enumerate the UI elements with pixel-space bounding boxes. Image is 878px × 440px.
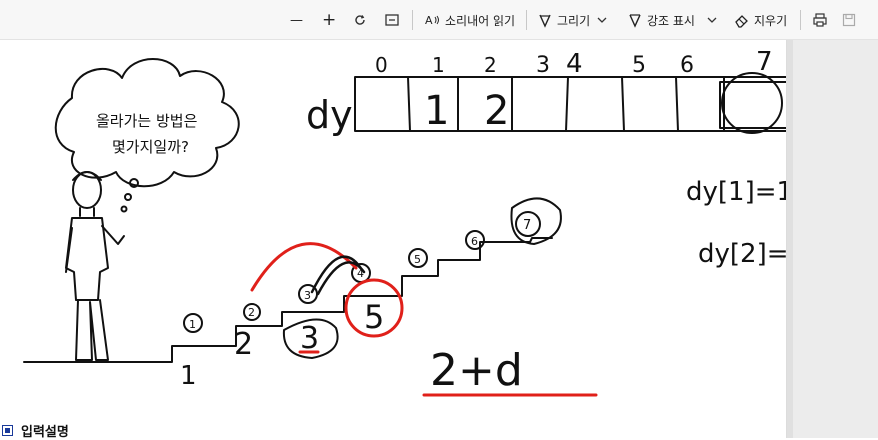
read-aloud-label: 소리내어 읽기	[445, 13, 516, 28]
chevron-down-icon	[707, 17, 717, 23]
dy-cell-1-value: 1	[424, 88, 449, 134]
sum-expression: 2+d	[430, 345, 523, 396]
step-label-3: 3	[304, 289, 311, 302]
index-4: 4	[566, 49, 583, 79]
eraser-icon	[735, 14, 748, 28]
staircase	[23, 237, 553, 363]
draw-button[interactable]: 그리기	[538, 8, 590, 32]
whiteboard-drawing: 올라가는 방법은 몇가지일까? dy 0 1 2 3 4 5 6 7 1 2 d…	[23, 47, 786, 397]
highlight-label: 강조 표시	[647, 13, 695, 28]
fit-page-button[interactable]	[384, 8, 400, 32]
step-value-1: 1	[180, 361, 197, 391]
square-bullet-icon	[2, 425, 13, 436]
step-value-5: 5	[364, 298, 384, 336]
section-heading: 입력설명	[0, 423, 69, 440]
draw-icon	[539, 14, 551, 28]
rotate-icon	[355, 15, 365, 25]
step-label-1: 1	[189, 318, 196, 331]
chevron-down-icon	[597, 17, 607, 23]
svg-text:A: A	[425, 14, 433, 27]
draw-label: 그리기	[557, 13, 591, 28]
index-7: 7	[756, 47, 773, 77]
dy-label: dy	[306, 93, 353, 137]
zoom-out-button[interactable]: —	[290, 8, 303, 32]
zoom-in-icon: +	[322, 10, 337, 30]
step-value-3: 3	[300, 321, 319, 356]
read-aloud-button[interactable]: A 소리내어 읽기	[424, 8, 515, 32]
document-page: 올라가는 방법은 몇가지일까? dy 0 1 2 3 4 5 6 7 1 2 d…	[0, 40, 786, 438]
highlight-button[interactable]: 강조 표시	[628, 8, 695, 32]
step-label-4: 4	[357, 267, 364, 280]
print-button[interactable]	[812, 8, 828, 32]
formula-dy1: dy[1]=1	[686, 177, 786, 207]
erase-button[interactable]: 지우기	[734, 8, 787, 32]
index-3: 3	[536, 53, 550, 78]
dy-array-cells	[407, 76, 725, 132]
thought-dot	[124, 193, 132, 201]
dy-cell-2-value: 2	[484, 88, 509, 134]
bubble-line-2: 몇가지일까?	[112, 138, 189, 156]
step-value-2: 2	[234, 327, 253, 362]
toolbar-divider	[800, 10, 801, 30]
highlight-icon	[629, 14, 641, 28]
index-2: 2	[484, 53, 497, 77]
step-label-6: 6	[471, 235, 478, 248]
save-button[interactable]	[842, 8, 856, 32]
fit-page-icon	[385, 14, 399, 26]
thought-dot	[120, 205, 128, 213]
vertical-scrollbar[interactable]	[787, 40, 793, 438]
read-aloud-icon: A	[425, 14, 439, 27]
highlight-options-dropdown[interactable]	[706, 8, 718, 32]
zoom-in-button[interactable]: +	[322, 8, 336, 32]
save-icon	[842, 13, 856, 27]
step-label-5: 5	[414, 253, 421, 266]
rotate-button[interactable]	[352, 8, 368, 32]
index-0: 0	[375, 53, 388, 77]
index-6: 6	[680, 53, 694, 78]
step-label-2: 2	[248, 306, 255, 319]
toolbar-divider	[412, 10, 413, 30]
zoom-out-icon: —	[290, 12, 303, 28]
red-jump-arc	[250, 242, 358, 292]
erase-label: 지우기	[754, 13, 788, 28]
formula-dy2: dy[2]=2	[698, 239, 786, 269]
section-heading-text: 입력설명	[21, 425, 69, 440]
bubble-line-1: 올라가는 방법은	[96, 112, 197, 130]
index-5: 5	[632, 53, 646, 78]
viewer-side-panel[interactable]	[786, 40, 878, 438]
pdf-toolbar: — + A 소리내어 읽기 그리기 강조 표시 지우기	[0, 0, 878, 40]
step-label-7: 7	[523, 218, 531, 233]
toolbar-divider	[526, 10, 527, 30]
draw-options-dropdown[interactable]	[596, 8, 608, 32]
index-1: 1	[432, 53, 445, 77]
print-icon	[813, 13, 827, 27]
person-figure	[65, 171, 125, 363]
